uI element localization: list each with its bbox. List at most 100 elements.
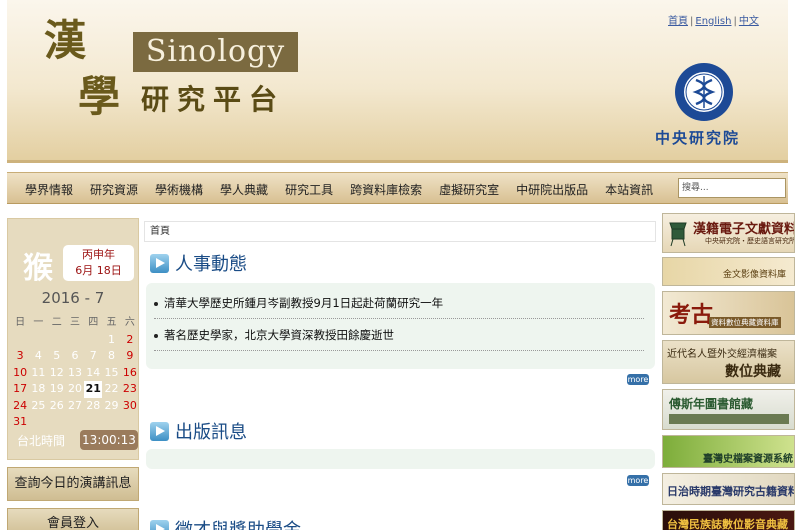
publications-section-header: 出版訊息 xyxy=(150,419,247,443)
personnel-more-button[interactable]: more xyxy=(627,374,649,385)
banner-title: 日治時期臺灣研究古籍資料庫 xyxy=(667,485,794,498)
banner-modern-archives[interactable]: 近代名人暨外交經濟檔案 數位典藏 xyxy=(662,340,795,384)
banner-fu-ssu-nien-library[interactable]: 傅斯年圖書館藏 xyxy=(662,389,795,430)
news-item-text: 清華大學歷史所鍾月岑副教授9月1日起赴荷蘭研究一年 xyxy=(164,296,444,310)
banner-title: 傅斯年圖書館藏 xyxy=(669,397,754,411)
banner-taiwan-history-archives[interactable]: 臺灣史檔案資源系統 xyxy=(662,435,795,468)
calendar-empty-cell xyxy=(48,332,66,349)
timezone-label: 台北時間 xyxy=(17,434,66,448)
banner-sub: 資料數位典藏資料庫 xyxy=(709,317,781,328)
nav-item-scholar-archives[interactable]: 學人典藏 xyxy=(220,181,268,198)
calendar-day[interactable]: 24 xyxy=(11,398,29,415)
calendar-empty-cell xyxy=(66,414,84,431)
play-arrow-icon xyxy=(150,253,169,273)
calendar-empty-cell xyxy=(48,414,66,431)
calendar-day[interactable]: 3 xyxy=(11,348,29,365)
personnel-section-header: 人事動態 xyxy=(150,251,247,275)
member-login-button[interactable]: 會員登入 xyxy=(7,508,139,530)
publications-panel xyxy=(146,449,655,469)
chinese-link[interactable]: 中文 xyxy=(739,16,759,27)
calendar-week-row: 31 xyxy=(11,414,139,431)
calendar-day[interactable]: 11 xyxy=(29,365,47,382)
calendar-day[interactable]: 14 xyxy=(84,365,102,382)
divider xyxy=(154,318,644,319)
publications-more-button[interactable]: more xyxy=(627,475,649,486)
nav-item-academic-news[interactable]: 學界情報 xyxy=(25,181,73,198)
nav-item-site-info[interactable]: 本站資訊 xyxy=(605,181,653,198)
calendar-day[interactable]: 4 xyxy=(29,348,47,365)
calendar-day[interactable]: 25 xyxy=(29,398,47,415)
banner-sub: 數位典藏 xyxy=(725,364,781,380)
home-link[interactable]: 首頁 xyxy=(668,16,688,27)
calendar-day[interactable]: 28 xyxy=(84,398,102,415)
calendar-day[interactable]: 17 xyxy=(11,381,29,398)
nav-item-virtual-lab[interactable]: 虛擬研究室 xyxy=(439,181,499,198)
english-link[interactable]: English xyxy=(695,16,731,27)
calendar-day[interactable]: 2 xyxy=(121,332,139,349)
banner-hanji-database[interactable]: 漢籍電子文獻資料庫 中央研究院・歷史語言研究所 xyxy=(662,213,795,253)
lunar-year: 丙申年 xyxy=(82,248,115,261)
main-nav: 學界情報 研究資源 學術機構 學人典藏 研究工具 跨資料庫檢索 虛擬研究室 中研… xyxy=(7,172,788,204)
bullet-icon xyxy=(154,301,158,306)
third-section-title: 徵才與獎助學金 xyxy=(175,516,301,530)
zodiac-monkey: 猴 xyxy=(23,251,53,286)
banner-sub: 中央研究院・歷史語言研究所 xyxy=(705,237,795,245)
lecture-info-button[interactable]: 查詢今日的演講訊息 xyxy=(7,467,139,501)
search-input[interactable]: 搜尋... xyxy=(678,178,786,198)
calendar-day[interactable]: 16 xyxy=(121,365,139,382)
banner-bronze-inscriptions[interactable]: 金文影像資料庫 xyxy=(662,257,795,286)
nav-item-cross-db-search[interactable]: 跨資料庫檢索 xyxy=(350,181,422,198)
nav-item-research-resources[interactable]: 研究資源 xyxy=(90,181,138,198)
clock-display: 13:00:13 xyxy=(80,430,138,450)
institution-name: 中央研究院 xyxy=(655,129,741,147)
academia-sinica-seal-icon[interactable] xyxy=(674,62,734,122)
news-item[interactable]: 著名歷史學家，北京大學資深教授田餘慶逝世 xyxy=(154,327,394,343)
banner-title: 金文影像資料庫 xyxy=(723,270,787,280)
calendar-day[interactable]: 7 xyxy=(84,348,102,365)
calendar-day[interactable]: 22 xyxy=(102,381,120,398)
calendar-month-year: 2016 - 7 xyxy=(41,289,105,307)
logo-char-han: 漢 xyxy=(44,16,87,65)
calendar-day[interactable]: 19 xyxy=(48,381,66,398)
calendar-day[interactable]: 9 xyxy=(121,348,139,365)
weekday-label: 三 xyxy=(69,317,80,328)
calendar-day[interactable]: 23 xyxy=(121,381,139,398)
nav-item-publications[interactable]: 中研院出版品 xyxy=(516,181,588,198)
calendar-day[interactable]: 30 xyxy=(121,398,139,415)
banner-ethnography-media[interactable]: 台灣民族誌數位影音典藏 xyxy=(662,510,795,530)
calendar-day[interactable]: 18 xyxy=(29,381,47,398)
site-logo[interactable]: 漢 學 xyxy=(41,18,131,133)
calendar-week-row: 24 25 26 27 28 29 30 xyxy=(11,398,139,415)
calendar-day[interactable]: 6 xyxy=(66,348,84,365)
calendar-day[interactable]: 8 xyxy=(102,348,120,365)
calendar-day[interactable]: 20 xyxy=(66,381,84,398)
calendar-grid: 日一二三四五六 1 2 3 4 5 6 7 8 9 10 11 12 13 14 15 16 17 18 19 20 21… xyxy=(11,315,139,431)
calendar-day[interactable]: 1 xyxy=(102,332,120,349)
play-arrow-icon xyxy=(150,421,169,441)
calendar-day[interactable]: 15 xyxy=(102,365,120,382)
calendar-day[interactable]: 26 xyxy=(48,398,66,415)
calendar-day[interactable]: 21 xyxy=(84,381,103,398)
calendar-empty-cell xyxy=(66,332,84,349)
banner-title: 近代名人暨外交經濟檔案 xyxy=(667,349,777,360)
banner-title: 考古 xyxy=(669,302,714,328)
calendar-day[interactable]: 12 xyxy=(48,365,66,382)
weekday-label: 四 xyxy=(88,317,99,328)
calendar-day[interactable]: 10 xyxy=(11,365,29,382)
calendar-day[interactable]: 29 xyxy=(102,398,120,415)
lunar-date: 6月 18日 xyxy=(75,264,122,277)
news-item[interactable]: 清華大學歷史所鍾月岑副教授9月1日起赴荷蘭研究一年 xyxy=(154,295,443,311)
nav-item-research-tools[interactable]: 研究工具 xyxy=(285,181,333,198)
banner-archaeology[interactable]: 考古 資料數位典藏資料庫 xyxy=(662,291,795,335)
banner-title: 臺灣史檔案資源系統 xyxy=(703,454,793,465)
calendar-day[interactable]: 5 xyxy=(48,348,66,365)
calendar-day[interactable]: 13 xyxy=(66,365,84,382)
nav-item-institutions[interactable]: 學術機構 xyxy=(155,181,203,198)
weekday-label: 二 xyxy=(51,317,62,328)
news-item-text: 著名歷史學家，北京大學資深教授田餘慶逝世 xyxy=(164,328,394,342)
breadcrumb: 首頁 xyxy=(144,221,656,242)
calendar-day[interactable]: 27 xyxy=(66,398,84,415)
calendar-empty-cell xyxy=(11,332,29,349)
calendar-day[interactable]: 31 xyxy=(11,414,29,431)
banner-japanese-era-books[interactable]: 日治時期臺灣研究古籍資料庫 xyxy=(662,473,795,505)
